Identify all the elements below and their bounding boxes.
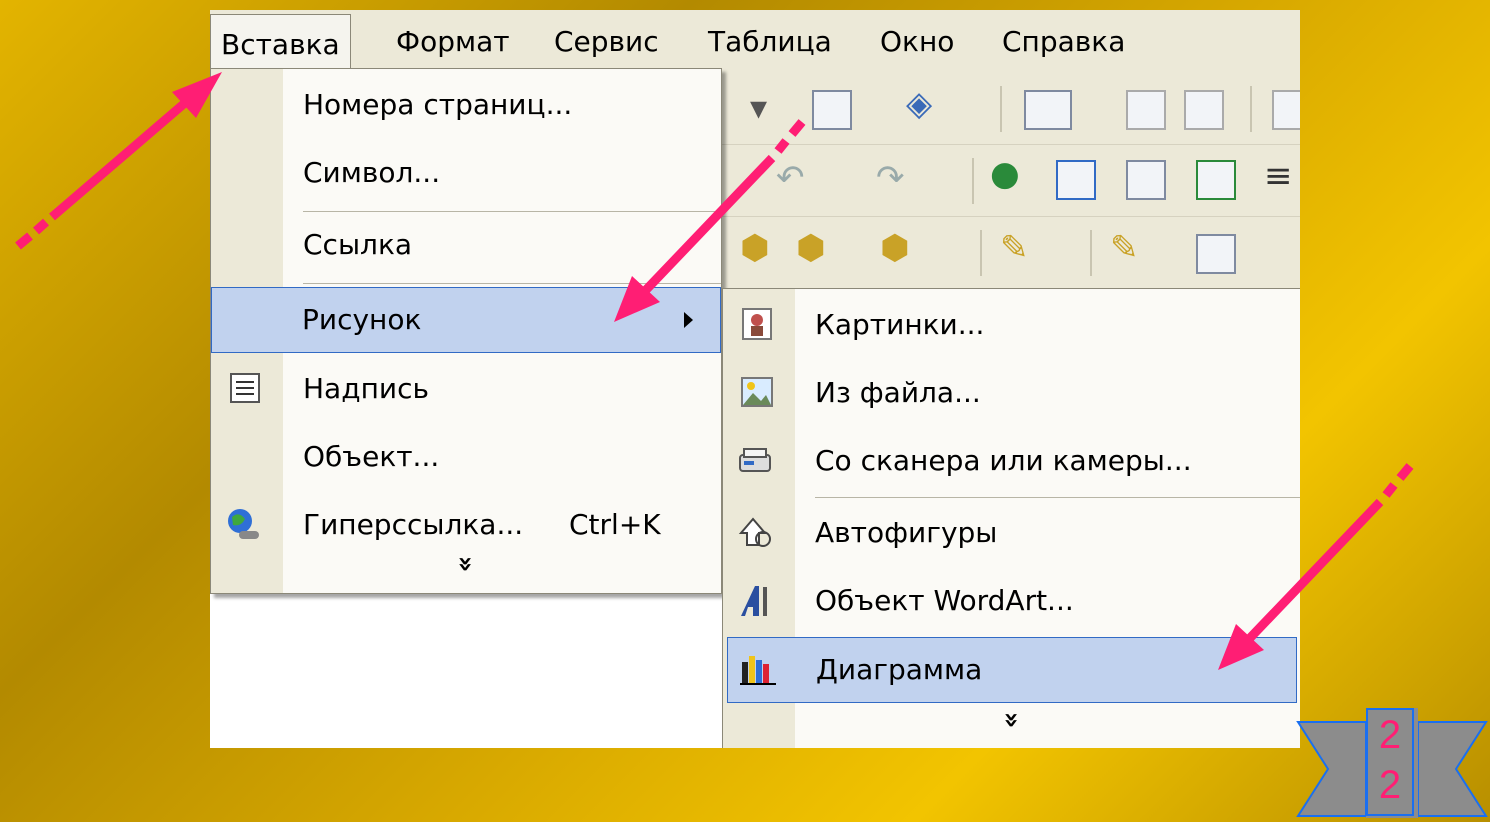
arrow-to-insert-menu: [15, 72, 222, 250]
slide-number: 22: [1366, 708, 1414, 816]
slide-number-text: 22: [1378, 713, 1402, 807]
arrow-to-chart-item: [1218, 463, 1414, 670]
annotation-arrows: [15, 72, 1414, 670]
arrow-to-picture-item: [614, 119, 806, 322]
